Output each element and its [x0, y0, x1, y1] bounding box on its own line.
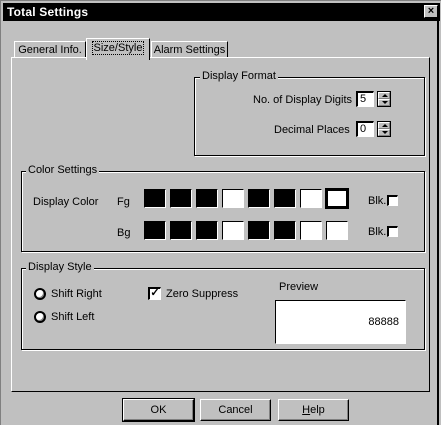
display-format-label: Display Format	[200, 70, 278, 82]
fg-label: Fg	[117, 196, 130, 208]
display-digits-label: No. of Display Digits	[253, 94, 353, 106]
spin-down-icon[interactable]	[378, 99, 390, 106]
bg-blink-label: Blk.	[368, 226, 387, 238]
fg-blink-label: Blk.	[368, 195, 387, 207]
spin-up-icon[interactable]	[378, 92, 390, 99]
window-title: Total Settings	[7, 5, 89, 19]
display-digits-spinner[interactable]	[377, 91, 391, 107]
decimal-places-label: Decimal Places	[274, 124, 350, 136]
fg-swatch-8[interactable]	[325, 188, 349, 209]
bg-blink-checkbox[interactable]	[387, 226, 399, 237]
help-button[interactable]: Help	[278, 399, 349, 421]
bg-swatch-1[interactable]	[144, 221, 166, 240]
shift-right-label[interactable]: Shift Right	[51, 288, 102, 300]
help-mnemonic: H	[302, 403, 311, 416]
zero-suppress-label[interactable]: Zero Suppress	[166, 288, 238, 300]
fg-swatch-5[interactable]	[248, 189, 270, 208]
fg-swatch-3[interactable]	[196, 189, 218, 208]
title-bar: Total Settings ×	[3, 3, 440, 21]
preview-label: Preview	[279, 281, 319, 293]
display-format-group: Display Format	[194, 70, 425, 156]
fg-blink-checkbox[interactable]	[387, 195, 399, 206]
bg-swatch-2[interactable]	[170, 221, 192, 240]
shift-right-radio[interactable]	[34, 288, 46, 300]
fg-swatch-4[interactable]	[222, 189, 244, 208]
color-settings-label: Color Settings	[26, 164, 100, 176]
fg-blink-toggle[interactable]: Blk.	[368, 195, 399, 207]
bg-blink-toggle[interactable]: Blk.	[368, 226, 399, 238]
zero-suppress-checkbox[interactable]: ✓	[148, 287, 161, 300]
decimal-places-spinner[interactable]	[377, 121, 391, 137]
bg-label: Bg	[117, 227, 131, 239]
cancel-button[interactable]: Cancel	[200, 399, 271, 421]
bg-swatch-8[interactable]	[326, 221, 348, 240]
decimal-places-field[interactable]: 0	[356, 121, 374, 137]
checkmark-icon: ✓	[150, 287, 160, 299]
window-right-edge	[437, 20, 439, 425]
fg-swatch-6[interactable]	[274, 189, 296, 208]
preview-value: 88888	[368, 316, 399, 328]
display-color-label: Display Color	[33, 196, 99, 208]
ok-button[interactable]: OK	[122, 398, 195, 422]
display-style-label: Display Style	[26, 261, 94, 273]
shift-left-radio[interactable]	[34, 311, 46, 323]
tab-strip: General Info. Size/Style Alarm Settings	[1, 23, 441, 60]
bg-swatch-3[interactable]	[196, 221, 218, 240]
bg-swatch-7[interactable]	[300, 221, 322, 240]
close-icon: ×	[427, 5, 435, 17]
fg-swatch-7[interactable]	[300, 189, 322, 208]
bg-swatch-6[interactable]	[274, 221, 296, 240]
tab-size-style[interactable]: Size/Style	[86, 38, 150, 60]
help-label-rest: elp	[310, 403, 325, 416]
close-button[interactable]: ×	[424, 5, 438, 18]
bg-swatch-5[interactable]	[248, 221, 270, 240]
spin-up-icon[interactable]	[378, 122, 390, 129]
preview-box: 88888	[275, 300, 406, 344]
shift-left-label[interactable]: Shift Left	[51, 311, 94, 323]
fg-swatch-1[interactable]	[144, 189, 166, 208]
fg-swatch-2[interactable]	[170, 189, 192, 208]
bg-swatch-4[interactable]	[222, 221, 244, 240]
display-digits-field[interactable]: 5	[356, 91, 374, 107]
spin-down-icon[interactable]	[378, 129, 390, 136]
